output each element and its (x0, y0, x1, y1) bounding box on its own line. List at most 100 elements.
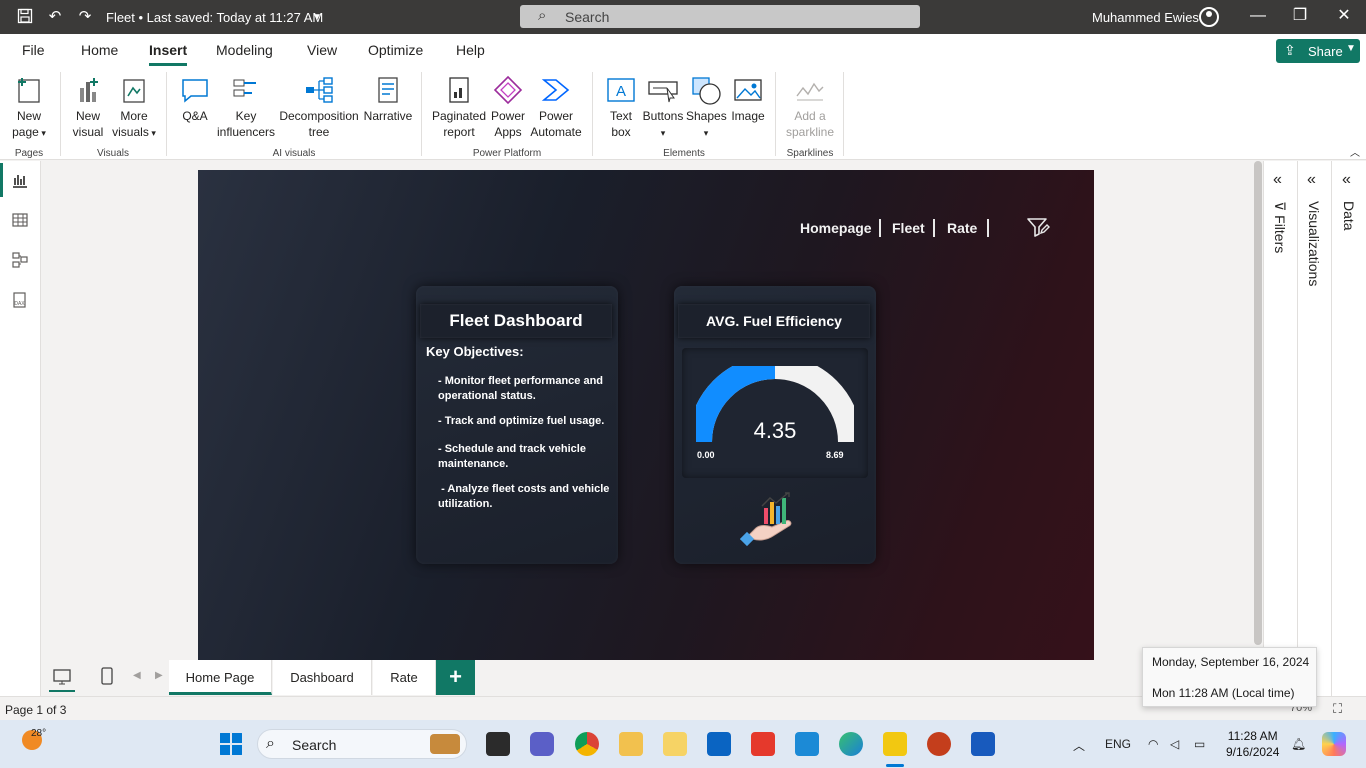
avatar[interactable] (1199, 7, 1219, 27)
close-icon[interactable]: ✕ (1334, 6, 1354, 26)
desktop-layout-icon[interactable] (52, 667, 72, 687)
image-button[interactable]: Image (728, 74, 768, 124)
start-icon[interactable] (219, 732, 243, 756)
menu-modeling[interactable]: Modeling (216, 42, 273, 58)
undo-icon[interactable]: ↶ (46, 8, 64, 26)
task-view-icon[interactable] (486, 732, 510, 756)
vscode-icon[interactable] (795, 732, 819, 756)
copilot-icon[interactable] (1322, 732, 1346, 756)
battery-icon[interactable]: ▭ (1194, 737, 1205, 751)
fuel-efficiency-card: AVG. Fuel Efficiency 4.35 0.00 8.69 (674, 286, 876, 564)
snipping-tool-icon[interactable] (663, 732, 687, 756)
redo-icon[interactable]: ↷ (76, 8, 94, 26)
paginated-report-button[interactable]: Paginated report (430, 74, 488, 140)
group-separator (843, 72, 844, 156)
more-visuals-button[interactable]: More visuals ▾ (112, 74, 156, 141)
teams-icon[interactable] (530, 732, 554, 756)
tab-dashboard[interactable]: Dashboard (273, 660, 372, 695)
key-influencers-icon (233, 79, 256, 97)
menu-file[interactable]: File (22, 42, 45, 58)
data-pane[interactable]: « Data (1331, 161, 1366, 696)
notification-icon[interactable]: 🔔︎ (1291, 737, 1306, 751)
text-box-label: Text box (609, 109, 632, 139)
new-visual-icon (80, 78, 98, 102)
word-icon[interactable] (971, 732, 995, 756)
text-box-button[interactable]: A Text box (600, 74, 642, 140)
anydesk-icon[interactable] (751, 732, 775, 756)
chevron-down-icon[interactable]: ▼ (308, 9, 326, 27)
report-view-icon[interactable] (11, 171, 29, 189)
edge-icon[interactable] (839, 732, 863, 756)
report-page: Homepage Fleet Rate Fleet Dashboard Key … (198, 170, 1094, 660)
scrollbar-thumb[interactable] (1254, 161, 1262, 645)
filter-icon[interactable] (1026, 216, 1050, 238)
document-title[interactable]: Fleet • Last saved: Today at 11:27 AM (106, 10, 323, 25)
file-explorer-icon[interactable] (619, 732, 643, 756)
add-sparkline-button[interactable]: Add a sparkline (782, 74, 838, 140)
wifi-icon[interactable]: ◠ (1148, 737, 1158, 751)
filters-pane[interactable]: « ⊽ Filters (1263, 161, 1297, 696)
menu-optimize[interactable]: Optimize (368, 42, 423, 58)
model-view-icon[interactable] (11, 251, 29, 269)
collapse-ribbon-icon[interactable]: ︿ (1350, 144, 1360, 159)
expand-chevron-icon[interactable]: « (1342, 171, 1351, 189)
filter-icon: ⊽ (1272, 201, 1288, 212)
image-icon (734, 79, 762, 101)
power-automate-button[interactable]: Power Automate (528, 74, 584, 140)
taskbar-clock[interactable]: 11:28 AM 9/16/2024 (1226, 728, 1279, 760)
key-influencers-button[interactable]: Key influencers (216, 74, 276, 140)
chrome-icon[interactable] (575, 732, 599, 756)
power-apps-button[interactable]: Power Apps (488, 74, 528, 140)
expand-chevron-icon[interactable]: « (1307, 171, 1316, 189)
qa-icon (182, 79, 208, 103)
filters-pane-label: ⊽ Filters (1272, 201, 1288, 253)
fit-to-page-icon[interactable]: ⛶ (1333, 701, 1342, 717)
user-name[interactable]: Muhammed Ewies (1092, 10, 1199, 25)
shapes-button[interactable]: Shapes ▾ (686, 74, 727, 141)
tab-home-page[interactable]: Home Page (169, 660, 272, 695)
new-page-button[interactable]: New page ▾ (6, 74, 52, 141)
nav-rate[interactable]: Rate (947, 220, 977, 236)
language-indicator[interactable]: ENG (1105, 737, 1131, 751)
visualizations-pane[interactable]: « Visualizations (1297, 161, 1331, 696)
new-page-icon (18, 78, 40, 103)
narrative-button[interactable]: Narrative (362, 74, 414, 124)
tab-rate[interactable]: Rate (373, 660, 436, 695)
mobile-layout-icon[interactable] (97, 666, 117, 686)
table-view-icon[interactable] (11, 211, 29, 229)
add-page-button[interactable]: + (436, 660, 475, 695)
objective-item: - Monitor fleet performance and operatio… (438, 375, 604, 402)
qa-button[interactable]: Q&A (174, 74, 216, 124)
taskbar-search[interactable]: ⌕ Search (257, 729, 467, 759)
powerpoint-icon[interactable] (927, 732, 951, 756)
minimize-icon[interactable]: — (1248, 6, 1268, 26)
search-box[interactable]: ⌕ Search (520, 5, 920, 28)
outlook-icon[interactable] (707, 732, 731, 756)
canvas-scrollbar[interactable] (1253, 161, 1263, 660)
new-visual-button[interactable]: New visual (66, 74, 110, 140)
power-apps-label: Power Apps (490, 109, 525, 139)
menu-view[interactable]: View (307, 42, 337, 58)
maximize-icon[interactable]: ❐ (1290, 6, 1310, 26)
buttons-button[interactable]: Buttons ▾ (642, 74, 684, 141)
fleet-dashboard-card: Fleet Dashboard Key Objectives: - Monito… (416, 286, 618, 564)
menu-home[interactable]: Home (81, 42, 118, 58)
tray-overflow-icon[interactable]: ︿ (1073, 737, 1085, 754)
expand-chevron-icon[interactable]: « (1273, 171, 1282, 189)
search-placeholder: Search (565, 9, 610, 25)
volume-icon[interactable]: ◁ (1170, 737, 1179, 751)
menu-insert[interactable]: Insert (149, 42, 187, 58)
scroll-right-icon[interactable]: ▶ (155, 670, 163, 681)
power-bi-icon[interactable] (883, 732, 907, 756)
dax-query-view-icon[interactable]: DAX (11, 291, 29, 309)
share-button[interactable]: ⇪ Share ▼ (1276, 39, 1360, 63)
menu-help[interactable]: Help (456, 42, 485, 58)
nav-homepage[interactable]: Homepage (800, 220, 872, 236)
nav-fleet[interactable]: Fleet (892, 220, 925, 236)
group-elements-label: Elements (663, 148, 705, 159)
scroll-left-icon[interactable]: ◀ (133, 670, 141, 681)
decomposition-tree-label: Decomposition tree (279, 109, 359, 139)
clock-date: 9/16/2024 (1226, 745, 1280, 759)
decomposition-tree-button[interactable]: Decomposition tree (278, 74, 360, 140)
save-icon[interactable] (16, 8, 34, 26)
